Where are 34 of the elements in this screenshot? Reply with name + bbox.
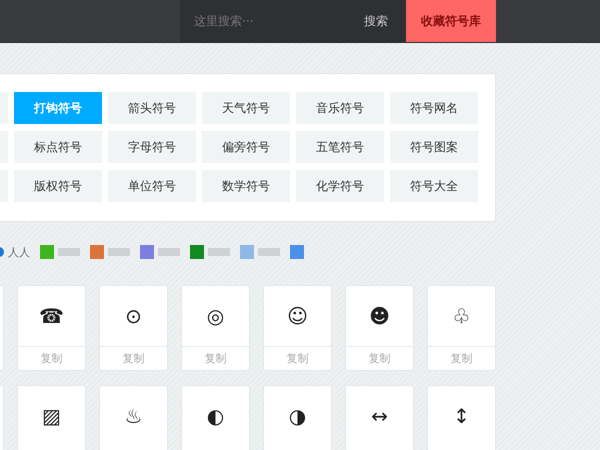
symbol-glyph: ⊙ <box>124 303 143 330</box>
blurred-label <box>108 248 130 256</box>
category-button[interactable]: 符号大全 <box>390 170 478 202</box>
category-button[interactable]: 偏旁符号 <box>202 131 290 163</box>
search-field[interactable]: 这里搜索··· 搜索 <box>180 0 406 42</box>
category-button[interactable]: 标点符号 <box>14 131 102 163</box>
category-button[interactable]: 字母符号 <box>108 131 196 163</box>
category-button[interactable]: 化学符号 <box>296 170 384 202</box>
blurred-label <box>158 248 180 256</box>
symbol-glyph: ◑ <box>288 403 308 430</box>
symbol-glyph: ↕ <box>452 403 471 430</box>
share-label[interactable]: 人人 <box>8 244 30 260</box>
category-button[interactable]: 天气符号 <box>202 92 290 124</box>
category-button[interactable]: 数学符号 <box>202 170 290 202</box>
category-button[interactable]: 箭头符号 <box>108 92 196 124</box>
symbol-glyph: ▨ <box>41 403 62 430</box>
blurred-label <box>258 248 280 256</box>
symbol-glyph: ☎ <box>38 303 65 330</box>
symbol-glyph: ◎ <box>206 303 226 330</box>
category-button[interactable]: 音乐符号 <box>296 92 384 124</box>
symbol-glyph: ☺ <box>286 303 309 330</box>
symbol-glyph: ☻ <box>368 303 391 330</box>
category-button[interactable]: 单位符号 <box>108 170 196 202</box>
symbol-glyph: ↔ <box>370 403 389 430</box>
search-button[interactable]: 搜索 <box>364 12 388 30</box>
category-button[interactable]: 符号网名 <box>390 92 478 124</box>
blurred-label <box>208 248 230 256</box>
symbol-glyph: ◐ <box>206 403 226 430</box>
symbol-glyph: ♨ <box>124 403 144 430</box>
blurred-label <box>58 248 80 256</box>
symbol-glyph: ♧ <box>452 303 472 330</box>
category-button[interactable]: 版权符号 <box>14 170 102 202</box>
category-button[interactable]: 五笔符号 <box>296 131 384 163</box>
category-button[interactable]: 符号图案 <box>390 131 478 163</box>
